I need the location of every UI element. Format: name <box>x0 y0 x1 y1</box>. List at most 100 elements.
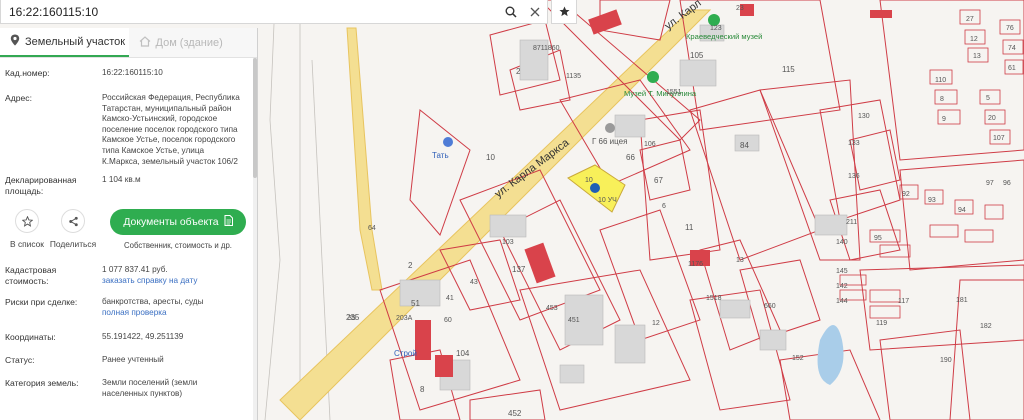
svg-text:452: 452 <box>508 409 522 418</box>
cadastral-cost-value: 1 077 837.41 руб. <box>102 265 168 275</box>
svg-text:61: 61 <box>1008 65 1016 72</box>
location-marker[interactable] <box>590 183 600 193</box>
cadastral-number-value: 16:22:160115:10 <box>102 68 163 77</box>
coordinates-label: Координаты: <box>5 332 56 343</box>
field-cadastral-cost: Кадастровая стоимость: 1 077 837.41 руб.… <box>0 265 257 287</box>
svg-text:106: 106 <box>644 141 656 148</box>
info-panel: Земельный участок Дом (здание) Кад.номер… <box>0 28 258 420</box>
land-category-value: Земли поселений (земли населенных пункто… <box>102 378 198 398</box>
field-risks: Риски при сделке: банкротства, аресты, с… <box>0 297 257 318</box>
svg-text:94: 94 <box>958 207 966 214</box>
svg-text:115: 115 <box>782 65 795 74</box>
svg-text:92: 92 <box>902 191 910 198</box>
svg-text:20: 20 <box>988 115 996 122</box>
full-check-link[interactable]: полная проверка <box>102 308 203 319</box>
panel-scrollbar[interactable] <box>253 58 257 420</box>
area-value: 1 104 кв.м <box>102 175 141 185</box>
svg-text:5: 5 <box>986 95 990 102</box>
map-pin-icon <box>10 34 20 49</box>
gas-station-icon[interactable] <box>443 137 453 147</box>
svg-text:140: 140 <box>836 239 848 246</box>
address-label: Адрес: <box>5 93 32 103</box>
svg-text:10: 10 <box>486 153 495 162</box>
add-to-list-button[interactable]: В список <box>4 209 50 249</box>
documents-subtitle: Собственник, стоимость и др. <box>124 241 232 251</box>
field-address: Адрес: Российская Федерация, Республика … <box>0 93 257 167</box>
svg-text:2: 2 <box>408 261 413 270</box>
svg-text:96: 96 <box>1003 180 1011 187</box>
svg-text:1135: 1135 <box>566 73 581 80</box>
search-bar[interactable]: 16:22:160115:10 <box>0 0 548 24</box>
svg-text:136: 136 <box>848 173 860 180</box>
svg-text:41: 41 <box>446 295 454 302</box>
documents-button[interactable]: Документы объекта <box>110 209 246 236</box>
svg-text:95: 95 <box>874 235 882 242</box>
svg-text:123: 123 <box>710 25 722 32</box>
area-label: Декларированная площадь: <box>5 175 77 197</box>
svg-text:152: 152 <box>792 355 804 362</box>
house-icon <box>139 35 151 50</box>
school-icon[interactable] <box>605 123 615 133</box>
tab-house-label: Дом (здание) <box>155 36 223 49</box>
svg-text:144: 144 <box>836 298 848 305</box>
svg-text:660: 660 <box>764 303 776 310</box>
svg-text:11: 11 <box>685 223 694 232</box>
svg-text:451: 451 <box>568 317 580 324</box>
share-icon <box>61 209 85 234</box>
svg-text:117: 117 <box>898 298 909 305</box>
svg-text:93: 93 <box>928 197 936 204</box>
tab-house[interactable]: Дом (здание) <box>128 28 257 57</box>
svg-text:105: 105 <box>690 51 704 60</box>
poi-museum-label: Краеведческий музей <box>686 32 762 41</box>
svg-text:13: 13 <box>973 53 981 60</box>
svg-text:1176: 1176 <box>688 261 703 268</box>
poi-museum2-label: Музей Т. Минуллина <box>624 89 697 98</box>
svg-text:6: 6 <box>662 203 666 210</box>
svg-text:145: 145 <box>836 268 848 275</box>
svg-text:119: 119 <box>876 320 887 327</box>
svg-text:110: 110 <box>935 77 946 84</box>
svg-text:1860: 1860 <box>544 45 560 52</box>
svg-text:60: 60 <box>444 317 452 324</box>
svg-text:13: 13 <box>736 257 744 264</box>
svg-text:190: 190 <box>940 357 952 364</box>
star-outline-icon <box>15 209 39 234</box>
documents-block: Документы объекта Собственник, стоимость… <box>110 209 246 250</box>
status-label: Статус: <box>5 355 35 366</box>
star-icon[interactable] <box>551 0 577 24</box>
cadastral-number-label: Кад.номер: <box>5 68 50 78</box>
svg-text:1518: 1518 <box>706 295 722 302</box>
field-coordinates: Координаты: 55.191422, 49.251139 <box>0 332 257 343</box>
svg-text:76: 76 <box>1006 25 1014 32</box>
poi-stroy-label: Строй <box>394 349 417 358</box>
tab-land-plot[interactable]: Земельный участок <box>0 28 129 57</box>
svg-text:27: 27 <box>966 16 974 23</box>
svg-text:133: 133 <box>848 140 860 147</box>
plot-label-2: 10 УЧ <box>598 197 617 204</box>
svg-text:8: 8 <box>420 385 425 394</box>
svg-text:12: 12 <box>652 320 660 327</box>
scrollbar-thumb[interactable] <box>253 58 257 178</box>
status-value: Ранее учтенный <box>102 355 164 365</box>
svg-text:8: 8 <box>940 96 944 103</box>
svg-text:9: 9 <box>942 116 946 123</box>
svg-text:74: 74 <box>1008 45 1016 52</box>
svg-text:23: 23 <box>736 5 744 12</box>
svg-text:103: 103 <box>502 239 514 246</box>
order-certificate-link[interactable]: заказать справку на дату <box>102 276 197 287</box>
svg-text:97: 97 <box>986 180 994 187</box>
svg-text:1551: 1551 <box>666 89 682 96</box>
museum-icon-2[interactable] <box>647 71 659 83</box>
svg-text:51: 51 <box>411 299 420 308</box>
risks-value: банкротства, аресты, суды <box>102 297 204 307</box>
coordinates-value: 55.191422, 49.251139 <box>102 332 184 342</box>
field-status: Статус: Ранее учтенный <box>0 355 257 366</box>
svg-text:211: 211 <box>846 219 857 226</box>
search-icon[interactable] <box>499 0 523 24</box>
close-icon[interactable] <box>523 0 547 24</box>
search-input[interactable]: 16:22:160115:10 <box>1 5 499 19</box>
svg-text:84: 84 <box>740 141 749 150</box>
document-icon <box>224 215 233 229</box>
share-button[interactable]: Поделиться <box>50 209 96 249</box>
svg-text:66: 66 <box>626 153 635 162</box>
